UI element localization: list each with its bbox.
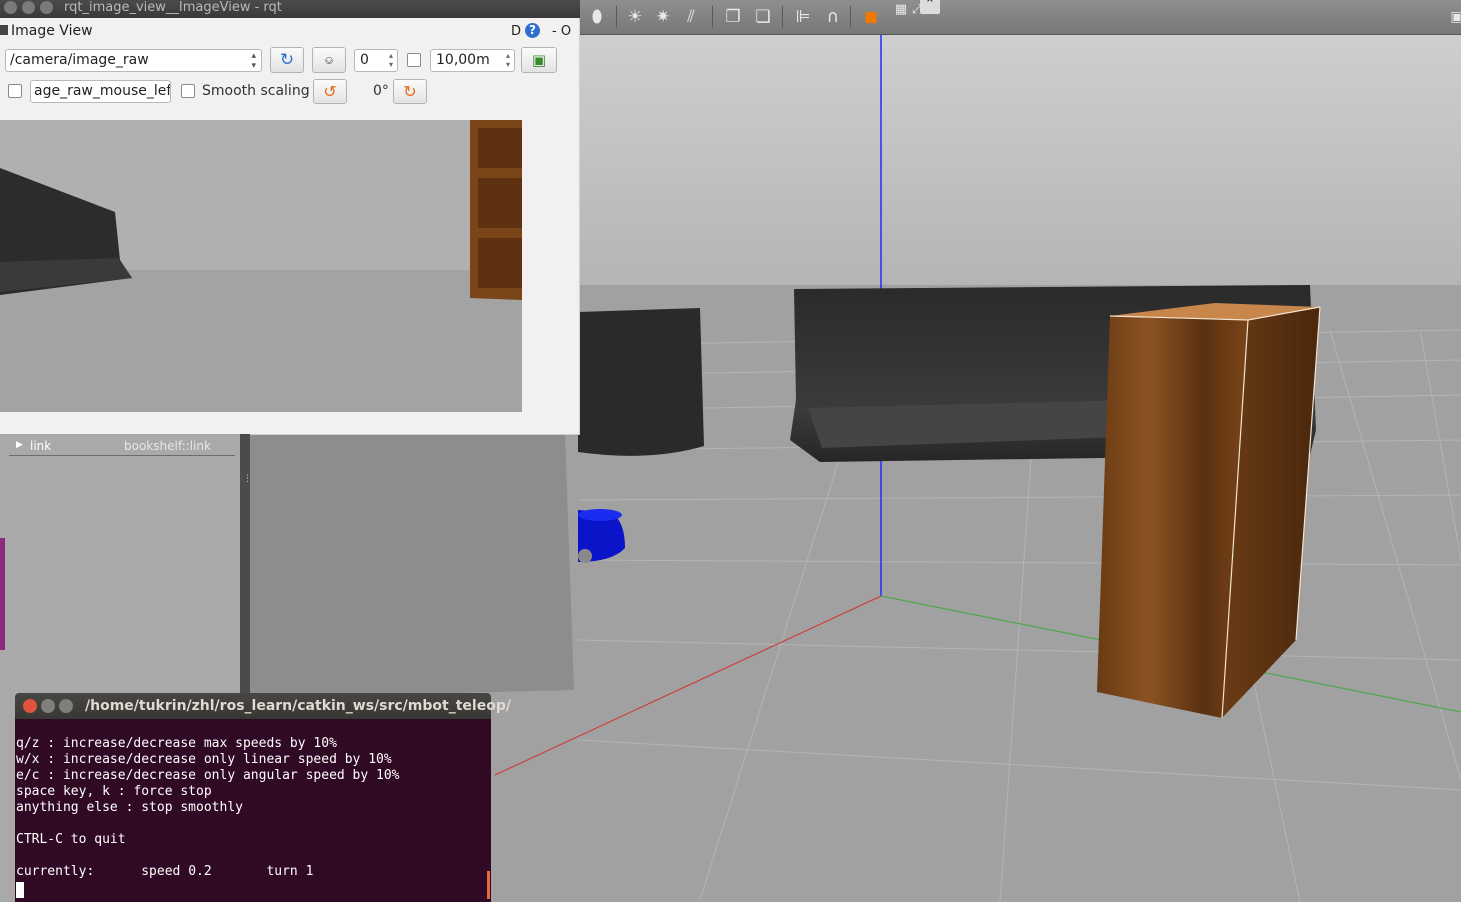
spin-arrows-icon: ▴ ▾ (505, 51, 510, 69)
view-angle-icon[interactable]: ◼ (858, 4, 884, 30)
topic-select-value: /camera/image_raw (10, 52, 149, 68)
terminal-line: currently: speed 0.2 turn 1 (16, 864, 314, 879)
rqt-window-title: rqt_image_view__ImageView - rqt (64, 0, 282, 15)
counter-spinbox[interactable]: 0 ▴ ▾ (354, 49, 398, 72)
spin-arrows-icon: ▴ ▾ (388, 51, 393, 69)
terminal-line: q/z : increase/decrease max speeds by 10… (16, 736, 337, 751)
cylinder-tool-icon[interactable]: ⬮ (584, 4, 610, 30)
splitter-grip-icon: ⋮ (243, 474, 252, 484)
cylinder-model (578, 308, 704, 456)
terminal-cursor (16, 882, 24, 898)
point-light-icon[interactable]: ☀ (622, 4, 648, 30)
rqt-title-bar: rqt_image_view__ImageView - rqt (0, 0, 580, 18)
snap-icon[interactable]: ∩ (820, 4, 846, 30)
help-icon[interactable]: ? (525, 23, 540, 38)
topic-select[interactable]: /camera/image_raw ▴ ▾ (5, 49, 262, 72)
terminal-scrollbar[interactable] (487, 871, 490, 899)
gazebo-toolbar: ⬮ ☀ ✷ ⫽ ❐ ❏ ⊫ ∩ ◼ ▦ ⤢ ⌃ ▣ (578, 0, 1461, 35)
copy-icon[interactable]: ❐ (720, 4, 746, 30)
tree-row-value: bookshelf::link (124, 439, 211, 453)
expand-arrow-icon[interactable]: ▶ (16, 440, 23, 450)
plugin-window-controls[interactable]: - O (552, 24, 571, 39)
terminal-line: CTRL-C to quit (16, 832, 126, 847)
terminal-close-icon[interactable] (23, 699, 37, 713)
plugin-icon (0, 25, 8, 35)
terminal-output[interactable]: q/z : increase/decrease max speeds by 10… (15, 719, 491, 902)
tree-row-label: link (30, 439, 52, 453)
screenshot-icon[interactable]: ▣ (1444, 4, 1461, 30)
mouse-topic-value: age_raw_mouse_left (34, 83, 171, 99)
camera-image-view[interactable] (0, 120, 522, 412)
terminal-line: space key, k : force stop (16, 784, 212, 799)
terminal-title-bar: /home/tukrin/zhl/ros_learn/catkin_ws/src… (15, 693, 511, 719)
terminal-line: w/x : increase/decrease only linear spee… (16, 752, 392, 767)
terminal-minimize-icon[interactable] (41, 699, 55, 713)
save-image-icon: ▣ (531, 51, 547, 69)
save-image-button[interactable]: ▣ (521, 47, 557, 73)
rotate-left-icon: ↺ (323, 82, 337, 101)
smooth-scaling-label: Smooth scaling (202, 83, 310, 99)
close-window-icon[interactable] (4, 1, 17, 14)
mouse-topic-field[interactable]: age_raw_mouse_left (30, 80, 171, 103)
rotate-right-icon: ↻ (403, 82, 417, 101)
counter-value: 0 (360, 52, 369, 68)
spot-light-icon[interactable]: ✷ (650, 4, 676, 30)
refresh-icon: ↻ (279, 50, 295, 70)
maximize-window-icon[interactable] (40, 1, 53, 14)
chevron-up-icon[interactable]: ⌃ (920, 0, 940, 14)
terminal-line: anything else : stop smoothly (16, 800, 243, 815)
tree-row[interactable]: ▶ link bookshelf::link (9, 438, 235, 456)
updown-arrows-icon: ▴ ▾ (251, 51, 256, 71)
pause-button[interactable]: ⎉ (312, 47, 346, 73)
rotation-label: 0° (373, 83, 389, 99)
terminal-line: e/c : increase/decrease only angular spe… (16, 768, 400, 783)
launcher-edge (0, 538, 5, 650)
dock-d-label[interactable]: D (511, 24, 521, 39)
rotate-left-button[interactable]: ↺ (313, 79, 347, 104)
depth-spinbox[interactable]: 10,00m ▴ ▾ (430, 49, 515, 72)
depth-checkbox[interactable] (407, 53, 421, 67)
plugin-title: Image View (11, 23, 93, 39)
paste-icon[interactable]: ❏ (750, 4, 776, 30)
depth-value: 10,00m (436, 52, 490, 68)
terminal-maximize-icon[interactable] (59, 699, 73, 713)
refresh-topics-button[interactable]: ↻ (270, 47, 304, 73)
smooth-scaling-checkbox[interactable] (181, 84, 195, 98)
publish-mouse-checkbox[interactable] (8, 84, 22, 98)
pause-icon: ⎉ (324, 53, 334, 67)
minimize-window-icon[interactable] (22, 1, 35, 14)
rotate-right-button[interactable]: ↻ (393, 79, 427, 104)
align-icon[interactable]: ⊫ (790, 4, 816, 30)
terminal-title: /home/tukrin/zhl/ros_learn/catkin_ws/src… (85, 698, 511, 714)
directional-light-icon[interactable]: ⫽ (678, 4, 704, 30)
